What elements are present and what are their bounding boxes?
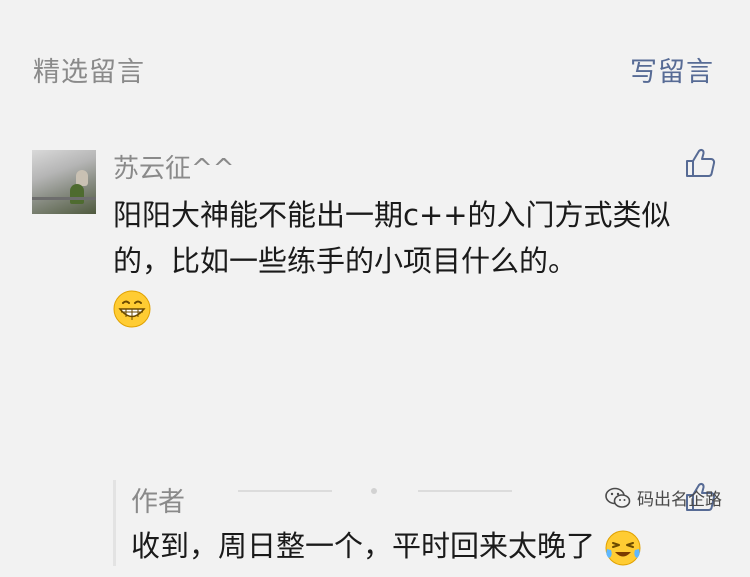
avatar[interactable] (32, 150, 96, 214)
comment-text: 阳阳大神能不能出一期c++的入门方式类似的，比如一些练手的小项目什么的。 (113, 192, 713, 330)
tears-of-joy-emoji-icon (604, 529, 642, 567)
account-name: 码出名企路 (637, 490, 722, 510)
divider-left (238, 490, 332, 492)
footer: 码出名企路 (0, 470, 750, 531)
divider-dot (371, 488, 377, 494)
comment-text-body: 阳阳大神能不能出一期c++的入门方式类似的，比如一些练手的小项目什么的。 (113, 198, 671, 278)
selected-comments-title: 精选留言 (33, 57, 145, 88)
commenter-nickname: 苏云征^^ (113, 154, 235, 184)
write-comment-link[interactable]: 写留言 (630, 50, 714, 89)
account-watermark: 码出名企路 (605, 485, 722, 510)
comments-header: 精选留言 写留言 (0, 0, 750, 140)
wechat-icon (605, 487, 631, 508)
divider-right (418, 490, 512, 492)
reply-text-body: 收到，周日整一个，平时回来太晚了 (131, 529, 596, 563)
reply-text: 收到，周日整一个，平时回来太晚了 (131, 526, 731, 567)
thumbs-up-icon[interactable] (684, 148, 716, 182)
grin-emoji-icon (113, 290, 151, 328)
